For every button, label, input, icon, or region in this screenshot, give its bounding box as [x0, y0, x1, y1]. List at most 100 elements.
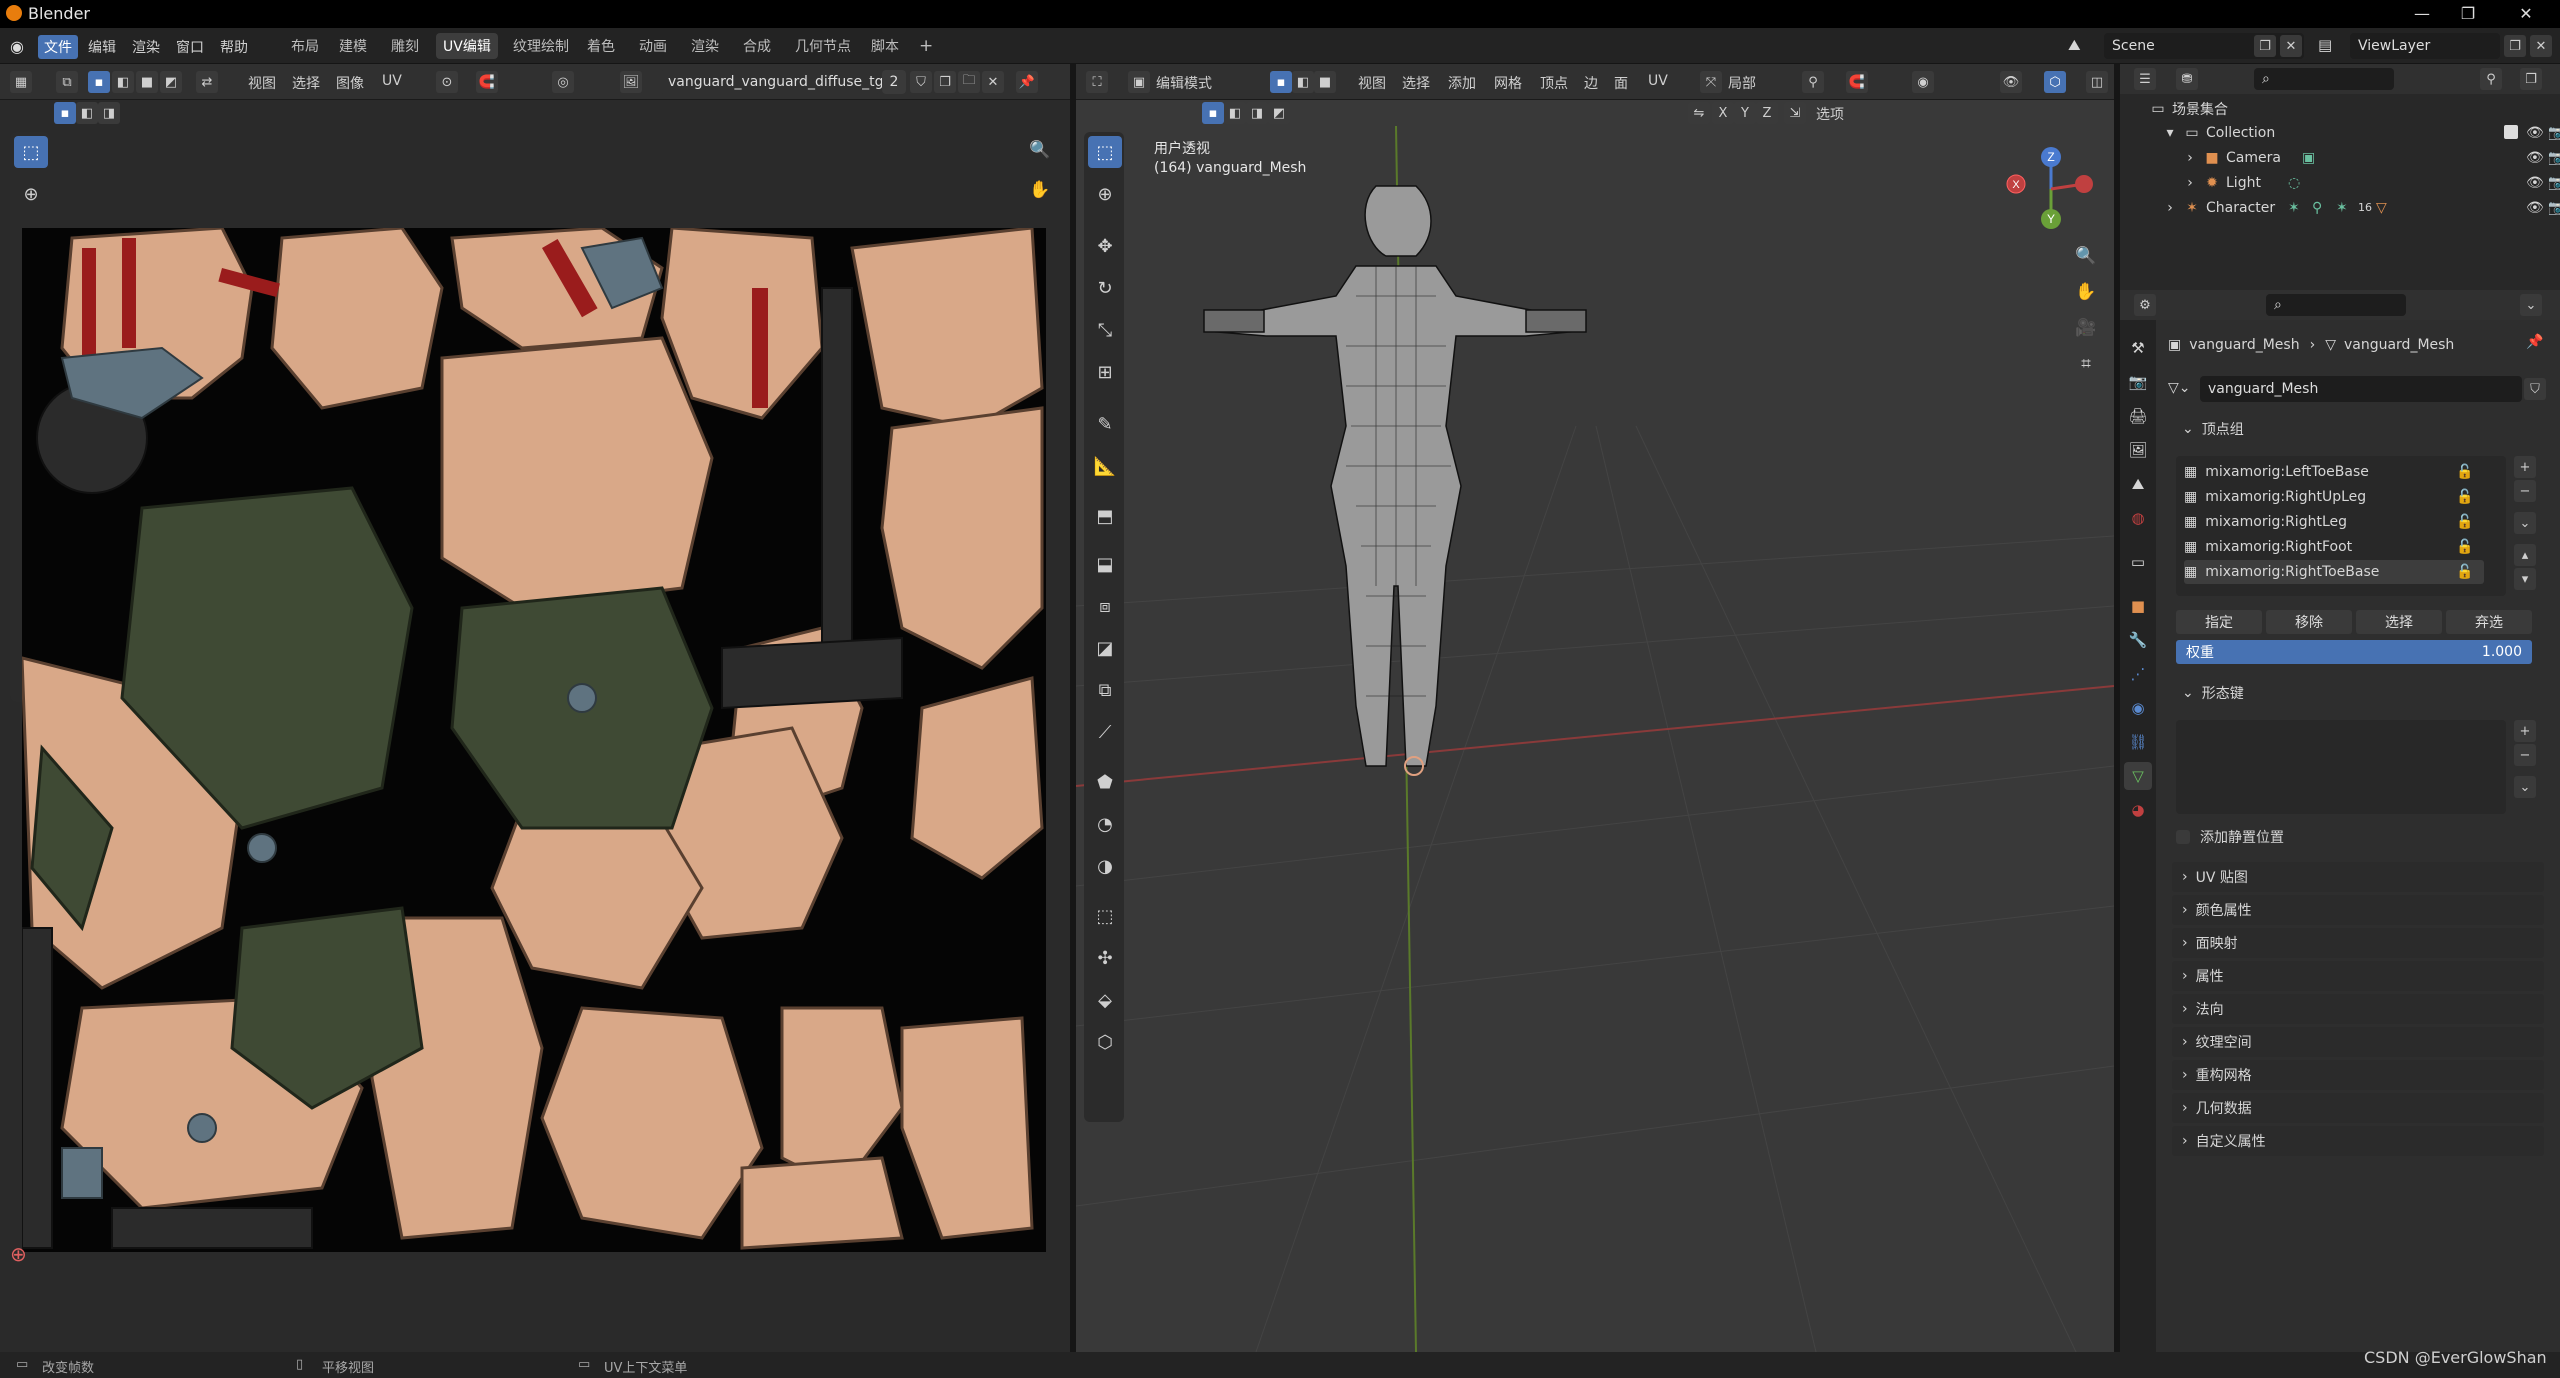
menu-edit[interactable]: 编辑 [82, 35, 122, 59]
shrink-fatten-tool[interactable]: ✣ [1088, 942, 1122, 974]
vp-scale-tool[interactable]: ⤡ [1088, 314, 1122, 346]
uv-menu-select[interactable]: 选择 [292, 73, 320, 93]
view-layer-tab-icon[interactable]: 🖼 [2124, 436, 2152, 464]
menu-window[interactable]: 窗口 [170, 35, 210, 59]
vertex-group-item[interactable]: ▦ mixamorig:RightFoot 🔓 [2184, 535, 2484, 559]
add-vertex-group-icon[interactable]: + [2514, 456, 2536, 478]
constraints-tab-icon[interactable]: ⛓ [2124, 728, 2152, 756]
mirror-y-button[interactable]: Y [1734, 102, 1756, 124]
vertex-groups-panel-header[interactable]: ⌄ 顶点组 [2172, 414, 2544, 444]
vp-cursor-tool[interactable]: ⊕ [1088, 178, 1122, 210]
close-icon[interactable]: ✕ [2504, 2, 2548, 26]
vertex-group-item[interactable]: ▦ mixamorig:RightLeg 🔓 [2184, 510, 2484, 534]
checkbox[interactable] [2176, 830, 2190, 844]
vp-rotate-tool[interactable]: ↻ [1088, 272, 1122, 304]
object-tab-icon[interactable]: ■ [2124, 592, 2152, 620]
physics-tab-icon[interactable]: ◉ [2124, 694, 2152, 722]
pivot-point-icon[interactable]: ⚲ [1802, 71, 1824, 93]
rip-tool[interactable]: ⬡ [1088, 1026, 1122, 1058]
mirror-x-button[interactable]: X [1712, 102, 1734, 124]
vertex-group-specials-icon[interactable]: ⌄ [2514, 512, 2536, 534]
vp-select-box-tool[interactable]: ⬚ [1088, 136, 1122, 168]
mesh-fake-user-icon[interactable]: ⛉ [2524, 378, 2546, 400]
outliner-search[interactable]: ⌕ [2254, 68, 2394, 90]
camera-data-icon[interactable]: ▣ [2302, 150, 2315, 166]
vp-menu-face[interactable]: 面 [1614, 73, 1628, 93]
light-eye-icon[interactable]: 👁 [2526, 175, 2544, 191]
knife-tool[interactable]: ⟋ [1088, 716, 1122, 748]
smooth-tool[interactable]: ◑ [1088, 850, 1122, 882]
edge-slide-tool[interactable]: ⬚ [1088, 900, 1122, 932]
breadcrumb-object[interactable]: vanguard_Mesh [2189, 337, 2299, 353]
vertex-mode-icon[interactable]: ▪ [1270, 71, 1292, 93]
blender-menu-icon[interactable]: ◉ [10, 37, 24, 56]
uv-menu-view[interactable]: 视图 [248, 73, 276, 93]
outliner-item-camera[interactable]: › ■ Camera ▣ 👁 📷 [2182, 145, 2560, 170]
remove-button[interactable]: 移除 [2266, 610, 2352, 634]
tab-modeling[interactable]: 建模 [332, 33, 374, 59]
vp-select-new-icon[interactable]: ▪ [1202, 102, 1224, 124]
open-image-icon[interactable]: 🗀 [958, 71, 980, 93]
spin-tool[interactable]: ◔ [1088, 808, 1122, 840]
weight-slider[interactable]: 权重 1.000 [2176, 640, 2532, 664]
uv-zoom-icon[interactable]: 🔍 [1026, 136, 1054, 164]
filter-icon[interactable]: ⚲ [2480, 68, 2502, 90]
mirror-z-button[interactable]: Z [1756, 102, 1778, 124]
output-tab-icon[interactable]: 🖨 [2124, 402, 2152, 430]
armature-data-icon[interactable]: ✶ [2336, 200, 2348, 216]
render-tab-icon[interactable]: 📷 [2124, 368, 2152, 396]
uv-menu-uv[interactable]: UV [382, 73, 402, 89]
snap-icon[interactable]: 🧲 [476, 71, 498, 93]
vp-menu-mesh[interactable]: 网格 [1494, 73, 1522, 93]
image-browse-icon[interactable]: 🖼 [620, 71, 642, 93]
assign-button[interactable]: 指定 [2176, 610, 2262, 634]
mesh-name-field[interactable]: vanguard_Mesh [2200, 376, 2522, 402]
menu-help[interactable]: 帮助 [214, 35, 254, 59]
measure-tool[interactable]: 📐 [1088, 450, 1122, 482]
tab-sculpting[interactable]: 雕刻 [384, 33, 426, 59]
tab-compositing[interactable]: 合成 [736, 33, 778, 59]
breadcrumb-data[interactable]: vanguard_Mesh [2344, 337, 2454, 353]
proportional-edit-icon[interactable]: ◎ [552, 71, 574, 93]
properties-options-icon[interactable]: ⌄ [2520, 294, 2542, 316]
section-normals[interactable]: › 法向 [2172, 994, 2544, 1024]
collection-render-icon[interactable]: 📷 [2548, 125, 2560, 141]
vertex-group-item[interactable]: ▦ mixamorig:LeftToeBase 🔓 [2184, 460, 2484, 484]
bone-icon[interactable]: ⚲ [2312, 200, 2322, 216]
vp-select-subtract-icon[interactable]: ◨ [1246, 102, 1268, 124]
island-select-mode-icon[interactable]: ◩ [160, 71, 182, 93]
lock-icon[interactable]: 🔓 [2456, 539, 2473, 555]
poly-build-tool[interactable]: ⬟ [1088, 766, 1122, 798]
vp-menu-vertex[interactable]: 顶点 [1540, 73, 1568, 93]
select-extend-icon[interactable]: ◧ [76, 102, 98, 124]
tab-uv-editing[interactable]: UV编辑 [436, 33, 498, 59]
auto-merge-icon[interactable]: ⇲ [1784, 102, 1806, 124]
minimize-icon[interactable]: — [2400, 2, 2444, 26]
pin-icon[interactable]: 📌 [1016, 71, 1038, 93]
visibility-icon[interactable]: 👁 [2000, 71, 2022, 93]
tab-layout[interactable]: 布局 [284, 33, 326, 59]
overlays-icon[interactable]: ⬡ [2044, 71, 2066, 93]
move-up-icon[interactable]: ▴ [2514, 544, 2536, 566]
section-face-maps[interactable]: › 面映射 [2172, 928, 2544, 958]
vp-ortho-icon[interactable]: ⌗ [2072, 350, 2100, 378]
sticky-select-icon[interactable]: ⧉ [56, 71, 78, 93]
vp-camera-icon[interactable]: 🎥 [2072, 314, 2100, 342]
face-select-mode-icon[interactable]: ■ [136, 71, 158, 93]
character-render-icon[interactable]: 📷 [2548, 200, 2560, 216]
transform-orientation[interactable]: 局部 [1728, 73, 1756, 93]
face-mode-icon[interactable]: ■ [1314, 71, 1336, 93]
vp-select-extend-icon[interactable]: ◧ [1224, 102, 1246, 124]
section-texture-space[interactable]: › 纹理空间 [2172, 1027, 2544, 1057]
particles-tab-icon[interactable]: ⋰ [2124, 660, 2152, 688]
outliner-item-character[interactable]: › ✶ Character ✶ ⚲ ✶ 16 ▽ 👁 📷 [2162, 195, 2560, 220]
vp-zoom-icon[interactable]: 🔍 [2072, 242, 2100, 270]
lock-icon[interactable]: 🔓 [2456, 514, 2473, 530]
pivot-icon[interactable]: ⊙ [436, 71, 458, 93]
edge-select-mode-icon[interactable]: ◧ [112, 71, 134, 93]
unlink-image-icon[interactable]: ✕ [982, 71, 1004, 93]
camera-eye-icon[interactable]: 👁 [2526, 150, 2544, 166]
vp-menu-add[interactable]: 添加 [1448, 73, 1476, 93]
move-down-icon[interactable]: ▾ [2514, 568, 2536, 590]
expand-icon[interactable]: › [2182, 175, 2198, 191]
